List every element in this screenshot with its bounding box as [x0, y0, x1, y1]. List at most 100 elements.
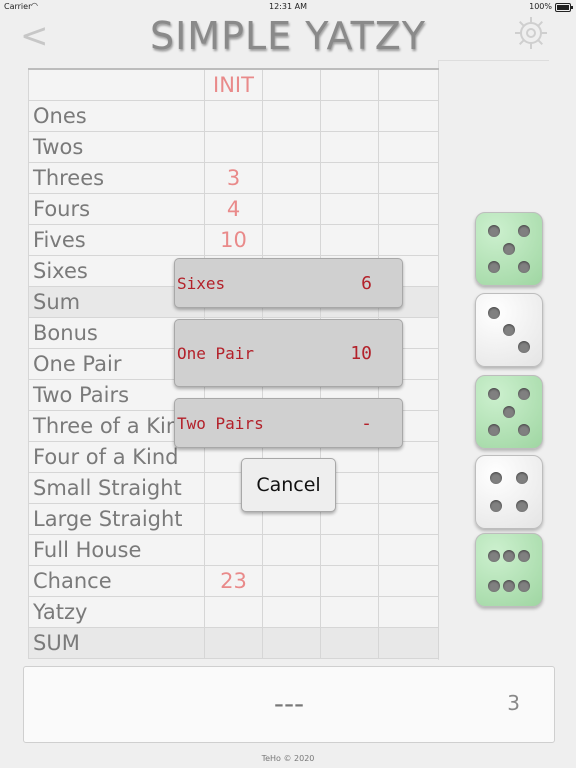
score-row-label: Threes — [28, 162, 205, 194]
die-pip — [488, 388, 501, 400]
score-cell[interactable] — [204, 627, 263, 659]
option-score: 10 — [350, 342, 372, 364]
option-score: - — [361, 412, 372, 434]
empty-score-cell — [320, 100, 379, 132]
option-score: 6 — [361, 272, 372, 294]
option-two-pairs-button[interactable]: Two Pairs - — [174, 398, 403, 448]
score-cell[interactable]: 4 — [204, 193, 263, 225]
score-cell[interactable]: 23 — [204, 565, 263, 597]
cancel-button[interactable]: Cancel — [241, 458, 336, 512]
die-4[interactable] — [475, 455, 543, 529]
score-row-label: Ones — [28, 100, 205, 132]
score-row-label: Fours — [28, 193, 205, 225]
empty-score-cell — [378, 503, 439, 535]
empty-score-cell — [378, 627, 439, 659]
footer-copyright: TeHo © 2020 — [261, 754, 315, 763]
empty-score-cell — [378, 224, 439, 256]
die-pip — [517, 261, 530, 273]
score-cell[interactable] — [204, 534, 263, 566]
die-pip — [503, 549, 515, 562]
empty-score-cell — [378, 162, 439, 194]
empty-score-cell — [262, 596, 321, 628]
empty-score-cell — [320, 224, 379, 256]
empty-score-cell — [262, 193, 321, 225]
score-cell[interactable]: 3 — [204, 162, 263, 194]
gear-icon[interactable] — [513, 15, 549, 51]
result-message: --- — [273, 687, 305, 720]
empty-score-cell — [320, 565, 379, 597]
die-pip — [517, 424, 530, 436]
score-row-label: Fives — [28, 224, 205, 256]
battery-icon — [555, 3, 573, 12]
option-name: Sixes — [177, 273, 226, 293]
player-header: INIT — [204, 68, 263, 101]
die-3[interactable] — [475, 375, 543, 449]
score-row-label: Chance — [28, 565, 205, 597]
score-row-label: Large Straight — [28, 503, 205, 535]
option-name: Two Pairs — [177, 413, 264, 433]
score-row: Full House — [28, 534, 439, 566]
empty-score-cell — [262, 131, 321, 163]
score-row-label: SUM — [28, 627, 205, 659]
die-pip — [488, 225, 501, 237]
die-pip — [516, 471, 529, 484]
die-pip — [489, 471, 502, 484]
score-cell[interactable] — [204, 596, 263, 628]
score-row: SUM — [28, 627, 439, 659]
score-row: Fives 10 — [28, 224, 439, 256]
score-row: Chance 23 — [28, 565, 439, 597]
die-pip — [503, 406, 515, 418]
header-label-cell — [28, 68, 205, 101]
score-row: Small Straight — [28, 472, 439, 504]
score-cell[interactable] — [204, 131, 263, 163]
die-pip — [516, 500, 529, 513]
empty-score-cell — [378, 534, 439, 566]
die-2[interactable] — [475, 293, 543, 367]
empty-score-cell — [262, 100, 321, 132]
empty-score-cell — [378, 472, 439, 504]
empty-score-cell — [320, 193, 379, 225]
die-pip — [503, 243, 515, 255]
empty-score-cell — [320, 534, 379, 566]
option-name: One Pair — [177, 343, 255, 363]
score-cell[interactable] — [204, 100, 263, 132]
empty-score-cell — [262, 534, 321, 566]
die-pip — [488, 549, 501, 562]
option-sixes-button[interactable]: Sixes 6 — [174, 258, 403, 308]
empty-score-cell — [320, 131, 379, 163]
battery-percent: 100% — [529, 2, 552, 11]
page-title: SIMPLE YATZY — [149, 14, 427, 58]
die-pip — [517, 549, 530, 562]
empty-score-cell — [320, 162, 379, 194]
empty-score-cell — [378, 565, 439, 597]
die-1[interactable] — [475, 212, 543, 286]
score-row: Threes 3 — [28, 162, 439, 194]
die-5[interactable] — [475, 533, 543, 607]
rolls-left: 3 — [507, 691, 520, 715]
score-row: Yatzy — [28, 596, 439, 628]
empty-score-cell — [262, 224, 321, 256]
die-pip — [517, 225, 530, 237]
score-row-label: Small Straight — [28, 472, 205, 504]
empty-score-cell — [262, 627, 321, 659]
empty-score-cell — [378, 193, 439, 225]
empty-score-cell — [378, 100, 439, 132]
die-pip — [517, 340, 530, 353]
die-pip — [517, 579, 530, 592]
die-pip — [488, 261, 501, 273]
result-panel: --- 3 — [23, 666, 555, 743]
die-pip — [488, 424, 501, 436]
score-cell[interactable]: 10 — [204, 224, 263, 256]
die-pip — [503, 579, 515, 592]
option-one-pair-button[interactable]: One Pair 10 — [174, 319, 403, 387]
score-row-label: Yatzy — [28, 596, 205, 628]
status-bar: Carrier ◠ 12:31 AM 100% — [0, 0, 576, 14]
die-pip — [503, 324, 515, 336]
score-row: Fours 4 — [28, 193, 439, 225]
scoreboard-header-row: INIT — [28, 68, 439, 101]
empty-score-cell — [262, 162, 321, 194]
score-row-label: Full House — [28, 534, 205, 566]
die-pip — [488, 307, 501, 320]
empty-score-cell — [378, 131, 439, 163]
score-row-label: Twos — [28, 131, 205, 163]
